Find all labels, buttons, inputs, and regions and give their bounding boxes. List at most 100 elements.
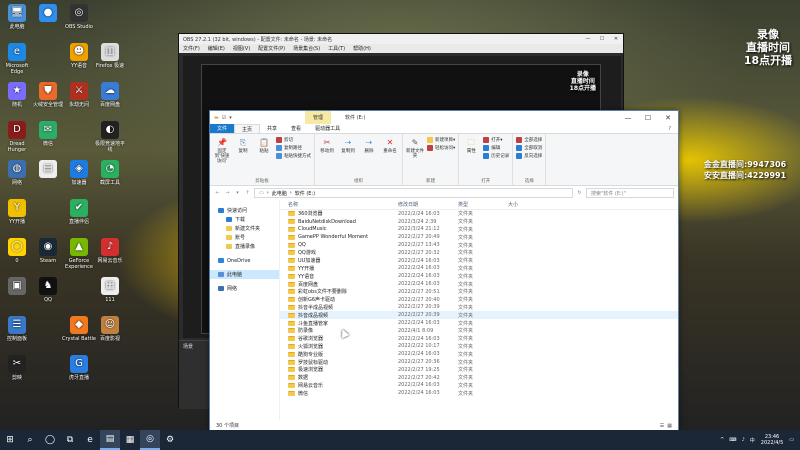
notification-icon[interactable]: ▭	[789, 437, 794, 443]
table-row[interactable]: 百度网盘 2022/2/24 16:03 文件夹	[280, 280, 678, 288]
obs-titlebar[interactable]: OBS 27.2.1 (32 bit, windows) - 配置文件: 未命名…	[179, 34, 623, 44]
large-icons-view-icon[interactable]: ▦	[667, 423, 672, 429]
table-row[interactable]: 网易云音乐 2022/2/24 16:03 文件夹	[280, 382, 678, 390]
ribbon-small-button[interactable]: 粘贴快捷方式	[276, 153, 311, 159]
desktop-icon[interactable]: ◯ 0	[0, 238, 34, 264]
table-row[interactable]: 火狐浏览器 2022/2/22 10:17 文件夹	[280, 343, 678, 351]
nav-item[interactable]: 网络	[210, 284, 279, 293]
desktop-icon[interactable]: ▤	[31, 160, 65, 180]
ribbon-tab[interactable]: 文件	[210, 124, 235, 133]
desktop-icon[interactable]	[93, 4, 127, 24]
desktop-icon[interactable]: ✔ 直播伴侣	[62, 199, 96, 225]
back-icon[interactable]: ←	[214, 190, 221, 196]
help-icon[interactable]: ?	[661, 124, 678, 133]
address-bar[interactable]: ▭ › 此电脑 › 软件 (E:)	[254, 188, 573, 198]
desktop-icon[interactable]: ☰ 控制面板	[0, 316, 34, 342]
desktop-icon[interactable]	[31, 43, 65, 63]
table-row[interactable]: QQ 2022/2/27 13:43 文件夹	[280, 241, 678, 249]
nav-item[interactable]: 新建文件夹	[210, 224, 279, 233]
ribbon-small-button[interactable]: 打开▾	[483, 137, 509, 143]
minimize-icon[interactable]: —	[618, 114, 638, 122]
ribbon-small-button[interactable]: 反向选择	[516, 153, 542, 159]
desktop-icon[interactable]: ☺ 百度影视	[93, 316, 127, 342]
table-row[interactable]: UU加速器 2022/2/24 16:03 文件夹	[280, 257, 678, 265]
search-input[interactable]: 搜索"软件 (E:)"	[586, 188, 674, 198]
desktop-icon[interactable]	[31, 355, 65, 375]
desktop-icon[interactable]: ☁ 百度网盘	[93, 82, 127, 108]
desktop-icon[interactable]	[31, 199, 65, 219]
tray-icon[interactable]: ^	[720, 437, 724, 444]
desktop-icon[interactable]: ▦ 111	[93, 277, 127, 303]
ribbon-small-button[interactable]: 剪切	[276, 137, 311, 143]
clock[interactable]: 23:46 2022/4/5	[761, 434, 783, 446]
desktop-icon[interactable]: ◈ 加速器	[62, 160, 96, 186]
close-icon[interactable]: ✕	[658, 114, 678, 122]
desktop-icon[interactable]: ▲ GeForce Experience	[62, 238, 96, 270]
maximize-icon[interactable]: ☐	[595, 36, 609, 42]
obs-menu-item[interactable]: 视图(V)	[233, 45, 250, 52]
breadcrumb-drive[interactable]: 软件 (E:)	[295, 190, 315, 197]
table-row[interactable]: 360浏览器 2022/2/24 16:03 文件夹	[280, 210, 678, 218]
table-row[interactable]: 数据 2022/2/27 20:42 文件夹	[280, 374, 678, 382]
table-row[interactable]: GamePP Wonderful Moment 2022/2/27 20:49 文件…	[280, 233, 678, 241]
nav-item[interactable]: 账号	[210, 233, 279, 242]
explorer-titlebar[interactable]: ▬ ☑ ▾ 管理 软件 (E:) — ☐ ✕	[210, 111, 678, 124]
table-row[interactable]: QQ游戏 2022/2/27 20:32 文件夹	[280, 249, 678, 257]
desktop-icon[interactable]: ✂ 剪映	[0, 355, 34, 381]
ribbon-small-button[interactable]: 复制路径	[276, 145, 311, 151]
nav-item[interactable]: 快速访问	[210, 206, 279, 215]
desktop-icon[interactable]	[93, 355, 127, 375]
desktop-icon[interactable]: ●	[31, 4, 65, 24]
table-row[interactable]: BaiduNetdiskDownload 2022/3/24 2:39 文件夹	[280, 218, 678, 226]
table-row[interactable]: YY开播 2022/2/24 16:03 文件夹	[280, 265, 678, 273]
refresh-icon[interactable]: ↻	[576, 190, 583, 196]
column-type[interactable]: 类型	[458, 201, 508, 208]
obs-menu-item[interactable]: 文件(F)	[183, 45, 200, 52]
taskbar-button[interactable]: ▦	[120, 430, 140, 450]
ribbon-small-button[interactable]: 轻松访问▾	[427, 145, 455, 151]
breadcrumb-this-pc[interactable]: 此电脑	[272, 190, 287, 197]
desktop-icon[interactable]: ♪ 网易云音乐	[93, 238, 127, 264]
desktop-icon[interactable]: ◍ 网络	[0, 160, 34, 186]
tab-manage[interactable]: 管理	[305, 111, 332, 124]
table-row[interactable]: 彩虹obs文件不要删除 2022/2/27 20:51 文件夹	[280, 288, 678, 296]
taskbar-button[interactable]: ⌕	[20, 430, 40, 450]
table-row[interactable]: CloudMusic 2022/3/24 21:12 文件夹	[280, 226, 678, 234]
obs-menu-item[interactable]: 工具(T)	[328, 45, 345, 52]
obs-menu-item[interactable]: 编辑(E)	[208, 45, 225, 52]
up-icon[interactable]: ↑	[244, 190, 251, 196]
column-date[interactable]: 修改日期	[398, 201, 458, 208]
taskbar-button[interactable]: ⚙	[160, 430, 180, 450]
table-row[interactable]: YY语音 2022/2/24 16:03 文件夹	[280, 272, 678, 280]
desktop-icon[interactable]: ▣	[0, 277, 34, 297]
desktop-icon[interactable]: ☻ YY语音	[62, 43, 96, 69]
desktop-icon[interactable]: ♞ QQ	[31, 277, 65, 303]
desktop-icon[interactable]	[93, 199, 127, 219]
taskbar-button[interactable]: ◯	[40, 430, 60, 450]
obs-menu-item[interactable]: 场景集合(S)	[293, 45, 320, 52]
file-explorer-window[interactable]: ▬ ☑ ▾ 管理 软件 (E:) — ☐ ✕ 文件 主页 共享 查看 驱动器工具? 📌 固…	[209, 110, 679, 432]
desktop-icon[interactable]: D Dread Hunger	[0, 121, 34, 153]
table-row[interactable]: 创新G6声卡驱动 2022/2/27 20:40 文件夹	[280, 296, 678, 304]
ribbon-tab[interactable]: 查看	[284, 124, 308, 133]
ribbon-small-button[interactable]: 全部选择	[516, 137, 542, 143]
desktop-icon[interactable]: ◉ Steam	[31, 238, 65, 264]
desktop-icon[interactable]	[62, 121, 96, 141]
ribbon-small-button[interactable]: 全部取消	[516, 145, 542, 151]
minimize-icon[interactable]: —	[581, 36, 595, 42]
taskbar-button[interactable]: ⊞	[0, 430, 20, 450]
desktop-icon[interactable]: ⛊ 火绒安全管理	[31, 82, 65, 108]
chevron-down-icon[interactable]: ▾	[234, 190, 241, 196]
desktop-icon[interactable]: ▥ Firefox 极速	[93, 43, 127, 69]
desktop-icon[interactable]	[31, 316, 65, 336]
table-row[interactable]: 罗技鼠标驱动 2022/2/27 20:36 文件夹	[280, 358, 678, 366]
desktop-icon[interactable]: 🖥 此电脑	[0, 4, 34, 30]
tray-icon[interactable]: ♪	[742, 437, 745, 444]
nav-item[interactable]: OneDrive	[210, 256, 279, 265]
desktop-icon[interactable]: ◔ 截屏工具	[93, 160, 127, 186]
ribbon-small-button[interactable]: 新建项目▾	[427, 137, 455, 143]
taskbar-button[interactable]: ⧉	[60, 430, 80, 450]
desktop-icon[interactable]: ◐ 极限竞速地平线	[93, 121, 127, 153]
obs-menu-item[interactable]: 帮助(H)	[353, 45, 371, 52]
desktop-icon[interactable]: Y YY开播	[0, 199, 34, 225]
